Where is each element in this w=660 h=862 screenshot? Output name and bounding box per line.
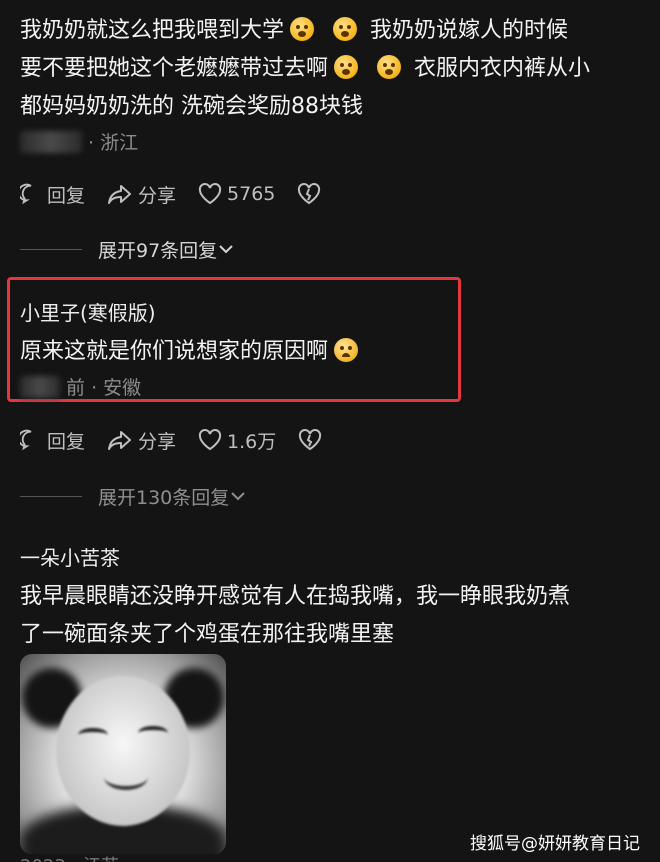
divider bbox=[20, 248, 82, 250]
comment-1-line-3: 都妈妈奶奶洗的 洗碗会奖励88块钱 bbox=[20, 94, 363, 119]
comment-2-body: 原来这就是你们说想家的原因啊 bbox=[20, 333, 364, 371]
comment-2-actions: 回复 分享 1.6万 bbox=[20, 426, 349, 454]
blurred-timestamp bbox=[20, 131, 82, 153]
divider bbox=[20, 495, 82, 497]
surprised-face-emoji-icon bbox=[333, 17, 358, 41]
comment-1-line-1: 我奶奶就这么把我喂到大学 我奶奶说嫁人的时候 bbox=[20, 17, 569, 43]
share-button[interactable]: 分享 bbox=[107, 427, 176, 454]
expand-replies-button[interactable]: 展开130条回复 bbox=[20, 484, 247, 509]
heart-icon bbox=[198, 429, 222, 451]
like-button[interactable]: 1.6万 bbox=[198, 427, 276, 454]
like-button[interactable]: 5765 bbox=[198, 183, 275, 205]
crying-face-emoji-icon bbox=[334, 338, 359, 362]
surprised-face-emoji-icon bbox=[377, 55, 402, 79]
comment-1-meta: · 浙江 bbox=[20, 128, 138, 155]
comment-3-body: 我早晨眼睛还没睁开感觉有人在捣我嘴，我一睁眼我奶煮 了一碗面条夹了个鸡蛋在那往我… bbox=[20, 578, 570, 654]
expand-replies-button[interactable]: 展开97条回复 bbox=[20, 237, 235, 262]
comment-1-actions: 回复 分享 5765 bbox=[20, 180, 348, 208]
share-arrow-icon bbox=[108, 431, 132, 450]
speech-bubble-icon bbox=[20, 183, 32, 205]
comment-3-line-2: 了一碗面条夹了个鸡蛋在那往我嘴里塞 bbox=[20, 622, 395, 647]
comment-1-location: · 浙江 bbox=[88, 132, 139, 154]
panda-face bbox=[56, 676, 190, 826]
panda-eye-right bbox=[138, 726, 168, 740]
panda-meme-sticker[interactable] bbox=[20, 654, 226, 854]
speech-bubble-icon bbox=[20, 429, 32, 451]
surprised-face-emoji-icon bbox=[290, 17, 315, 41]
dislike-button[interactable] bbox=[297, 183, 326, 205]
comment-3-username[interactable]: 一朵小苦茶 bbox=[20, 542, 120, 571]
chevron-down-icon bbox=[231, 492, 245, 501]
reply-button[interactable]: 回复 bbox=[20, 181, 85, 208]
like-count: 5765 bbox=[227, 183, 276, 205]
reply-button[interactable]: 回复 bbox=[20, 427, 85, 454]
broken-heart-icon bbox=[299, 429, 322, 451]
surprised-face-emoji-icon bbox=[334, 55, 359, 79]
comment-2-meta: 前 · 安徽 bbox=[20, 373, 141, 400]
comment-3-line-1: 我早晨眼睛还没睁开感觉有人在捣我嘴，我一睁眼我奶煮 bbox=[20, 584, 571, 609]
share-arrow-icon bbox=[108, 185, 132, 204]
watermark: 搜狐号@妍妍教育日记 bbox=[470, 834, 640, 854]
panda-mouth bbox=[104, 764, 148, 790]
comment-1-line-2: 要不要把她这个老嬷嬷带过去啊 衣服内衣内裤从小 bbox=[20, 55, 591, 81]
share-button[interactable]: 分享 bbox=[107, 181, 176, 208]
comment-feed: 我奶奶就这么把我喂到大学 我奶奶说嫁人的时候 要不要把她这个老嬷嬷带过去啊 衣服… bbox=[0, 0, 660, 862]
dislike-button[interactable] bbox=[298, 429, 327, 451]
like-count: 1.6万 bbox=[227, 430, 277, 453]
chevron-down-icon bbox=[219, 245, 233, 254]
heart-icon bbox=[198, 183, 222, 205]
comment-1-body: 我奶奶就这么把我喂到大学 我奶奶说嫁人的时候 要不要把她这个老嬷嬷带过去啊 衣服… bbox=[20, 12, 590, 126]
comment-2-username[interactable]: 小里子(寒假版) bbox=[20, 297, 156, 326]
blurred-timestamp bbox=[20, 376, 60, 398]
broken-heart-icon bbox=[298, 183, 321, 205]
panda-eye-left bbox=[78, 728, 108, 742]
comment-3-meta: 2023 · 江苏 bbox=[20, 852, 119, 862]
